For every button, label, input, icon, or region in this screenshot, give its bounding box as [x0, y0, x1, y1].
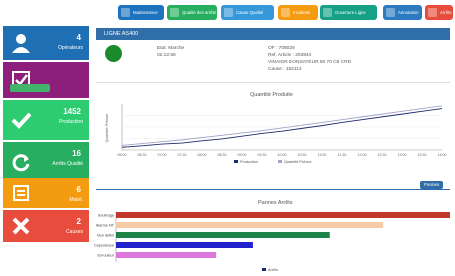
tile-value: 4	[76, 33, 81, 42]
tile-label: Production	[59, 119, 83, 125]
x-tick-label: 10:30	[298, 153, 307, 157]
bar[interactable]	[116, 252, 217, 258]
x-tick-label: 11:00	[318, 153, 327, 157]
tile-value: 1452	[63, 107, 81, 116]
toolbar-label: Qualité des arrêts	[182, 10, 216, 15]
tile-value: 6	[76, 185, 81, 194]
x-tick-label: 06:30	[138, 153, 147, 157]
x-tick-label: 09:30	[258, 153, 267, 157]
production-chart: Quantité Prévue 06:00 06:30 07:00 07:30 08:00…	[104, 104, 447, 164]
toolbar-button-1[interactable]: Qualité des arrêts	[167, 5, 217, 20]
x-tick-label: 14:00	[438, 153, 447, 157]
legend-label: Quantité Prévue	[284, 160, 311, 164]
bar-category-label: Non défini	[97, 234, 114, 238]
x-tick-label: 13:30	[418, 153, 427, 157]
x-tick-label: 08:00	[198, 153, 207, 157]
x-tick-label: 11:30	[338, 153, 347, 157]
article-ref: Ref. Article : 203944	[268, 53, 312, 58]
bar-category-label: Enrouleur	[98, 254, 115, 258]
bar[interactable]	[116, 212, 450, 218]
tile-label: Causes	[66, 229, 83, 235]
legend-swatch	[234, 160, 238, 163]
tile-label: Maint.	[69, 197, 83, 203]
toolbar-label: Maintenance	[133, 10, 158, 15]
toolbar-icon	[224, 8, 233, 17]
toolbar-label: Ouverture Ligne	[335, 10, 366, 15]
toolbar-button-0[interactable]: Maintenance	[118, 5, 164, 20]
tile-label: Opérateurs	[57, 45, 83, 51]
x-tick-label: 07:00	[158, 153, 167, 157]
tile-chip	[10, 84, 50, 92]
status-indicator	[105, 45, 122, 62]
toolbar-label: Cause Qualité	[236, 10, 264, 15]
x-tick-label: 13:00	[398, 153, 407, 157]
legend-label: Production	[240, 160, 258, 164]
bar-category-label: Capsuleuse	[94, 244, 114, 248]
sidebar-tile-user[interactable]: 4 Opérateurs	[3, 26, 89, 60]
cause-code: Cause : 182113	[268, 67, 302, 72]
x-tick-label: 07:30	[178, 153, 187, 157]
x-tick-label: 10:00	[278, 153, 287, 157]
bar-category-label: Alarme NT	[96, 224, 115, 228]
bar-chart-title: Pannes Arrêts	[258, 200, 293, 206]
toolbar-icon	[121, 8, 130, 17]
status-label: Etat: Marche	[157, 46, 185, 51]
toolbar-icon	[281, 8, 290, 17]
planned-line	[121, 105, 443, 146]
bar[interactable]	[116, 232, 330, 238]
legend-label: Arrêts	[268, 268, 278, 272]
bar-category-label: Soutirage	[98, 214, 114, 218]
status-time: 02:12:56	[157, 53, 176, 58]
toolbar-label: Arrêts	[440, 10, 452, 15]
user-icon	[12, 34, 30, 53]
divider	[96, 189, 450, 190]
legend-swatch	[262, 268, 266, 271]
toolbar-label: Annotation	[398, 10, 419, 15]
toolbar-button-2[interactable]: Cause Qualité	[221, 5, 274, 20]
toolbar-button-4[interactable]: Ouverture Ligne	[320, 5, 377, 20]
bar[interactable]	[116, 222, 384, 228]
x-tick-label: 12:00	[358, 153, 367, 157]
sidebar-tile-refresh[interactable]: 16 Arrêts Qualité	[3, 142, 89, 182]
tile-label: Arrêts Qualité	[52, 161, 83, 167]
bar-chart: Soutirage Alarme NT Non défini Capsuleuse En…	[94, 211, 450, 272]
bar[interactable]	[116, 242, 253, 248]
refresh-icon	[12, 154, 30, 172]
card-icon	[13, 185, 29, 201]
tab-pannes[interactable]: Pannes	[420, 181, 444, 189]
legend-swatch	[278, 160, 282, 163]
toolbar-icon	[386, 8, 395, 17]
toolbar-button-6[interactable]: Arrêts	[425, 5, 453, 20]
dashboard: Maintenance Qualité des arrêts Cause Quali…	[0, 0, 455, 276]
line-header: LIGNE AS400	[96, 28, 450, 40]
sidebar-tile-checklist[interactable]	[3, 62, 89, 98]
toolbar-icon	[323, 8, 332, 17]
order-number: OF : 708029	[268, 46, 295, 51]
divider	[96, 82, 450, 83]
toolbar-icon	[170, 8, 179, 17]
y-axis-label: Quantité Prévue	[104, 113, 109, 143]
product-name: VINAIGR EONSATEUR 50 70 C6 CRD	[268, 60, 352, 65]
x-tick-label: 08:30	[218, 153, 227, 157]
sidebar-tile-cross[interactable]: 2 Causes	[3, 210, 89, 242]
toolbar-icon	[428, 8, 437, 17]
cross-icon	[12, 217, 30, 235]
check-icon	[11, 112, 31, 129]
toolbar-button-5[interactable]: Annotation	[383, 5, 422, 20]
x-tick-label: 09:00	[238, 153, 247, 157]
x-tick-label: 12:30	[378, 153, 387, 157]
x-tick-label: 06:00	[118, 153, 127, 157]
tile-value: 2	[76, 217, 81, 226]
sidebar-tile-check[interactable]: 1452 Production	[3, 100, 89, 140]
toolbar-label: Incidents	[293, 10, 311, 15]
sidebar-tile-card[interactable]: 6 Maint.	[3, 178, 89, 208]
toolbar-button-3[interactable]: Incidents	[278, 5, 318, 20]
tile-value: 16	[72, 149, 81, 158]
